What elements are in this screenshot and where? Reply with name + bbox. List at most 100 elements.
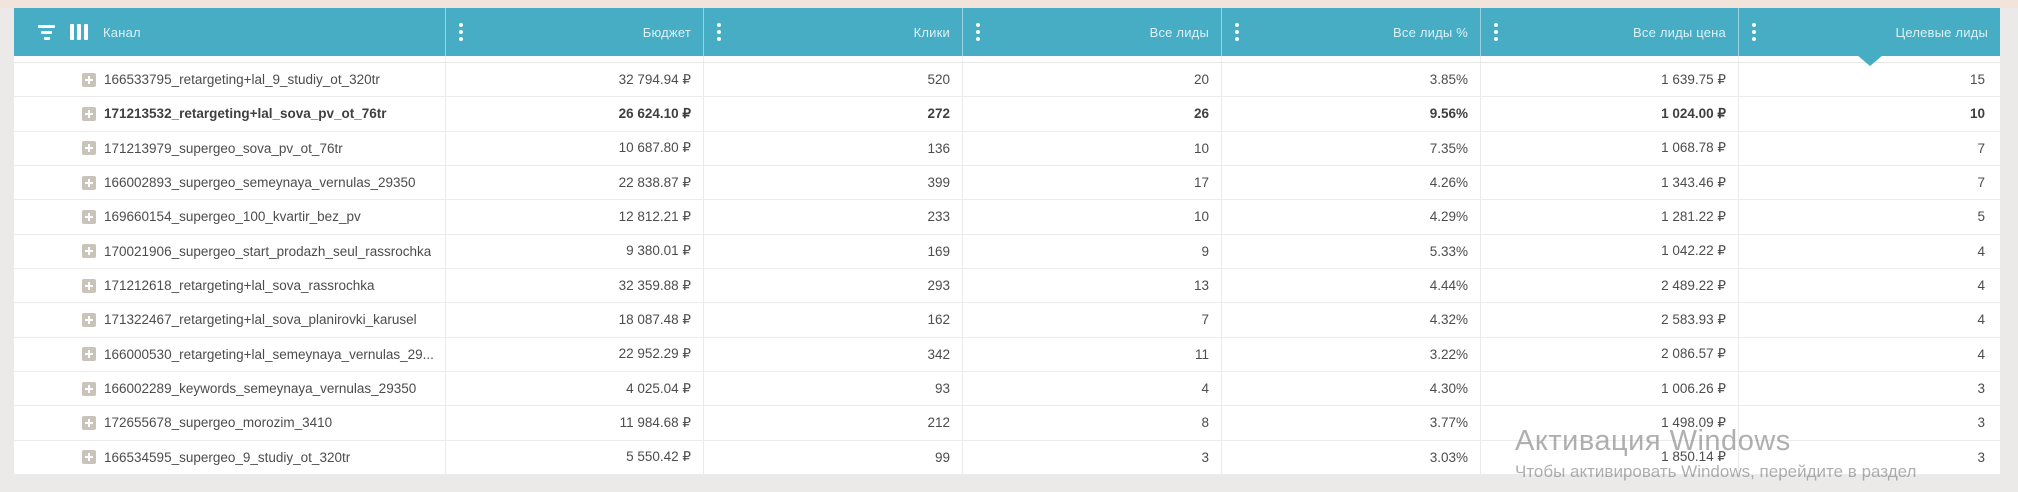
columns-icon[interactable] <box>70 24 88 40</box>
channel-name: 171212618_retargeting+lal_sova_rassrochk… <box>104 278 375 294</box>
channel-cell: 171212618_retargeting+lal_sova_rassrochk… <box>14 269 445 302</box>
column-header-channel[interactable]: Канал <box>14 8 445 56</box>
expand-plus-icon[interactable] <box>82 450 96 465</box>
table-row[interactable]: 170021906_supergeo_start_prodazh_seul_ra… <box>14 234 2000 269</box>
all-leads-pct-cell: 4.44% <box>1221 268 1480 303</box>
column-header-label: Все лиды % <box>1393 24 1468 40</box>
table-row[interactable]: 169660154_supergeo_100_kvartir_bez_pv 12… <box>14 200 2000 235</box>
all-leads-pct-cell: 4.26% <box>1221 165 1480 200</box>
all-leads-cost-cell: 1 281.22 ₽ <box>1480 200 1738 234</box>
budget-cell: 11 984.68 ₽ <box>445 406 703 440</box>
expand-plus-icon[interactable] <box>82 347 96 362</box>
clicks-cell: 212 <box>703 406 962 440</box>
table-row[interactable]: 171322467_retargeting+lal_sova_planirovk… <box>14 303 2000 338</box>
channel-name: 172655678_supergeo_morozim_3410 <box>104 415 333 431</box>
target-leads-cell: 10 <box>1738 97 2000 131</box>
all-leads-cell: 11 <box>962 337 1221 371</box>
sort-desc-arrow-icon <box>1856 55 1883 66</box>
column-header-label: Клики <box>913 24 950 40</box>
column-header[interactable]: Бюджет <box>445 8 703 56</box>
all-leads-cell: 26 <box>962 97 1221 131</box>
all-leads-cell: 3 <box>962 440 1221 474</box>
table-row[interactable]: 166002289_keywords_semeynaya_vernulas_29… <box>14 371 2000 407</box>
all-leads-cell: 13 <box>962 268 1221 303</box>
channel-name: 170021906_supergeo_start_prodazh_seul_ra… <box>104 243 432 259</box>
target-leads-cell: 7 <box>1738 131 2000 165</box>
table-row[interactable]: 172655678_supergeo_morozim_3410 11 984.6… <box>14 406 2000 441</box>
target-leads-cell: 4 <box>1738 303 2000 337</box>
channel-name: 166002893_supergeo_semeynaya_vernulas_29… <box>104 175 416 191</box>
expand-plus-icon[interactable] <box>82 106 96 121</box>
expand-plus-icon[interactable] <box>82 209 96 224</box>
expand-plus-icon[interactable] <box>82 312 96 327</box>
column-header-label: Бюджет <box>642 24 691 40</box>
all-leads-cell: 20 <box>962 63 1221 97</box>
budget-cell: 5 550.42 ₽ <box>445 440 703 474</box>
all-leads-cost-cell: 2 086.57 ₽ <box>1480 337 1738 371</box>
filter-icon[interactable] <box>38 24 55 40</box>
column-menu-icon[interactable] <box>973 19 983 45</box>
channel-cell: 166000530_retargeting+lal_semeynaya_vern… <box>14 338 445 371</box>
clicks-cell: 169 <box>703 234 962 268</box>
clicks-cell: 399 <box>703 165 962 200</box>
target-leads-cell: 3 <box>1738 371 2000 406</box>
clicks-cell: 272 <box>703 97 962 131</box>
all-leads-pct-cell: 4.29% <box>1221 200 1480 234</box>
channel-cell: 170021906_supergeo_start_prodazh_seul_ra… <box>14 235 445 268</box>
clicks-cell: 520 <box>703 63 962 97</box>
channel-cell: 171213979_supergeo_sova_pv_ot_76tr <box>14 132 445 165</box>
column-menu-icon[interactable] <box>714 19 724 45</box>
all-leads-pct-cell: 9.56% <box>1221 97 1480 131</box>
all-leads-pct-cell: 4.32% <box>1221 303 1480 337</box>
column-header-label: Все лиды <box>1149 24 1209 40</box>
channel-name: 171213979_supergeo_sova_pv_ot_76tr <box>104 140 343 156</box>
channel-cell: 171322467_retargeting+lal_sova_planirovk… <box>14 303 445 336</box>
column-menu-icon[interactable] <box>1749 19 1759 45</box>
expand-plus-icon[interactable] <box>82 244 96 259</box>
channel-name: 171213532_retargeting+lal_sova_pv_ot_76t… <box>104 106 387 122</box>
column-menu-icon[interactable] <box>1491 19 1501 45</box>
budget-cell: 32 359.88 ₽ <box>445 268 703 303</box>
channel-cell: 166002893_supergeo_semeynaya_vernulas_29… <box>14 166 445 199</box>
expand-plus-icon[interactable] <box>82 141 96 156</box>
expand-plus-icon[interactable] <box>82 415 96 430</box>
table-row[interactable]: 166002893_supergeo_semeynaya_vernulas_29… <box>14 165 2000 201</box>
column-header-label: Целевые лиды <box>1895 24 1988 40</box>
channel-cell: 166534595_supergeo_9_studiy_ot_320tr <box>14 441 445 474</box>
channel-name: 166000530_retargeting+lal_semeynaya_vern… <box>104 346 434 362</box>
channel-name: 166534595_supergeo_9_studiy_ot_320tr <box>104 449 351 465</box>
column-header[interactable]: Клики <box>703 8 962 56</box>
expand-plus-icon[interactable] <box>82 381 96 396</box>
table-row[interactable]: 166534595_supergeo_9_studiy_ot_320tr 5 5… <box>14 440 2000 475</box>
column-header-label: Все лиды цена <box>1633 24 1726 40</box>
column-menu-icon[interactable] <box>456 19 466 45</box>
channel-name: 171322467_retargeting+lal_sova_planirovk… <box>104 312 417 328</box>
table-row[interactable]: 171213979_supergeo_sova_pv_ot_76tr 10 68… <box>14 131 2000 166</box>
table-row[interactable]: 166000530_retargeting+lal_semeynaya_vern… <box>14 337 2000 372</box>
all-leads-cost-cell: 1 006.26 ₽ <box>1480 371 1738 406</box>
table-row[interactable]: 171212618_retargeting+lal_sova_rassrochk… <box>14 268 2000 304</box>
budget-cell: 32 794.94 ₽ <box>445 63 703 97</box>
expand-plus-icon[interactable] <box>82 175 96 190</box>
target-leads-cell: 3 <box>1738 406 2000 440</box>
expand-plus-icon[interactable] <box>82 72 96 87</box>
column-header-label: Канал <box>103 24 141 40</box>
target-leads-cell: 3 <box>1738 440 2000 474</box>
all-leads-cell: 9 <box>962 234 1221 268</box>
all-leads-cost-cell: 1 042.22 ₽ <box>1480 234 1738 268</box>
all-leads-pct-cell: 3.85% <box>1221 63 1480 97</box>
channel-cell: 171213532_retargeting+lal_sova_pv_ot_76t… <box>14 97 445 130</box>
column-header[interactable]: Целевые лиды <box>1738 8 2000 66</box>
column-menu-icon[interactable] <box>1232 19 1242 45</box>
column-header[interactable]: Все лиды <box>962 8 1221 56</box>
column-header[interactable]: Все лиды % <box>1221 8 1480 56</box>
clicks-cell: 293 <box>703 268 962 303</box>
table-row[interactable]: 171213532_retargeting+lal_sova_pv_ot_76t… <box>14 97 2000 132</box>
budget-cell: 10 687.80 ₽ <box>445 131 703 165</box>
all-leads-cell: 8 <box>962 406 1221 440</box>
expand-plus-icon[interactable] <box>82 278 96 293</box>
clicks-cell: 93 <box>703 371 962 406</box>
campaign-table: Канал Бюджет Клики Все лиды Все лиды % В… <box>14 8 2000 475</box>
column-header[interactable]: Все лиды цена <box>1480 8 1738 56</box>
table-row[interactable]: 166533795_retargeting+lal_9_studiy_ot_32… <box>14 63 2000 98</box>
